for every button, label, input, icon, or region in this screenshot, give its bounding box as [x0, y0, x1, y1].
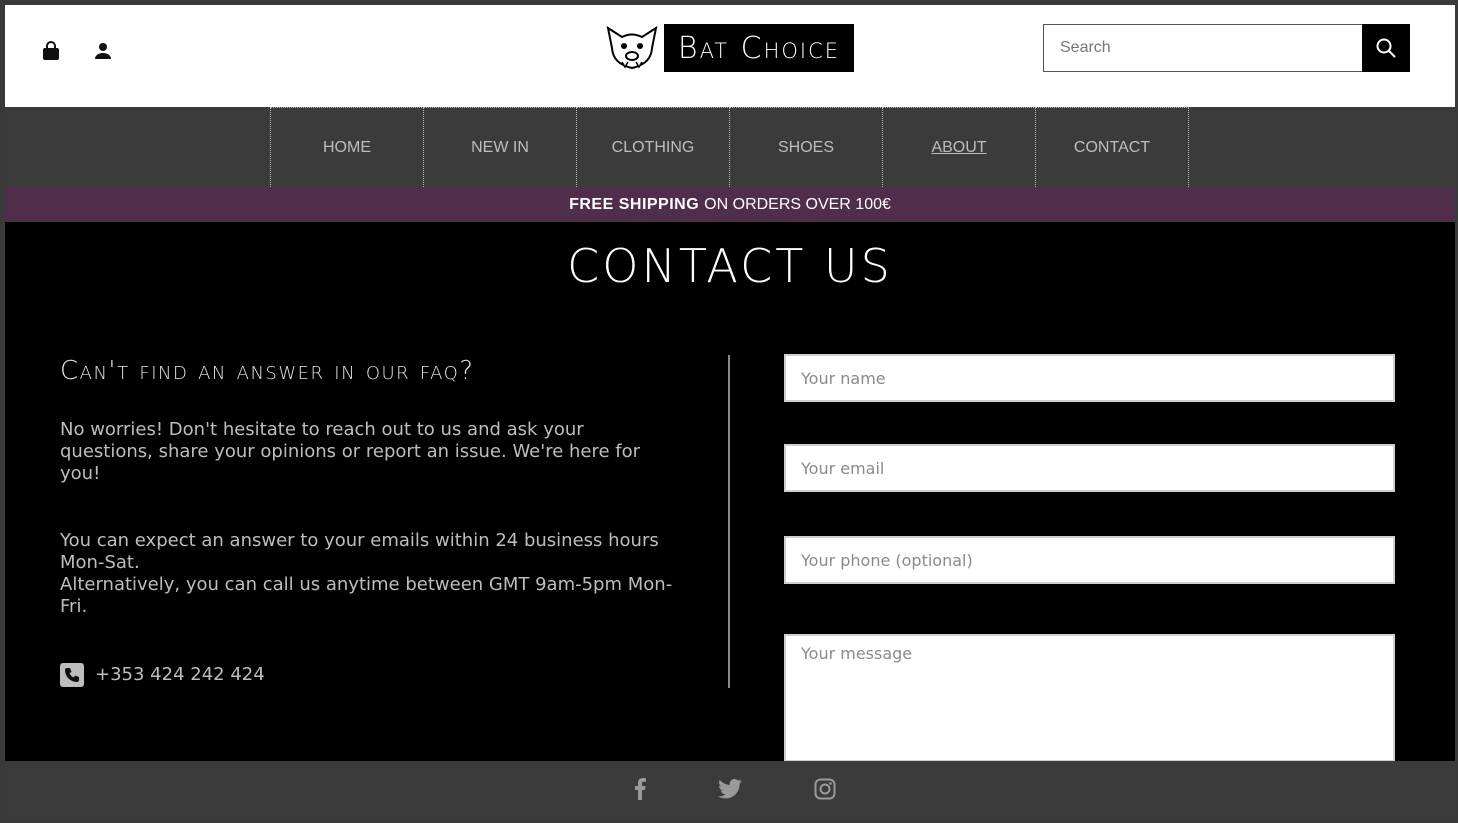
instagram-icon[interactable] [812, 776, 838, 802]
twitter-icon[interactable] [717, 776, 743, 802]
search-bar [1043, 24, 1410, 72]
phone-number[interactable]: +353 424 242 424 [95, 664, 265, 686]
page-frame: Bat Choice HOME NEW IN CLOTHING SHOES AB… [5, 5, 1455, 818]
site-header: Bat Choice [5, 5, 1455, 107]
search-icon [1376, 38, 1396, 58]
main-nav: HOME NEW IN CLOTHING SHOES ABOUT CONTACT [5, 107, 1455, 187]
site-logo[interactable]: Bat Choice [605, 24, 854, 72]
phone-field[interactable] [784, 536, 1395, 584]
message-field[interactable] [784, 634, 1395, 762]
contact-info: Can't find an answer in our faq? No worr… [60, 355, 680, 687]
page-title: CONTACT US [567, 239, 893, 293]
brand-name: Bat Choice [664, 24, 854, 72]
facebook-icon[interactable] [627, 776, 653, 802]
email-field[interactable] [784, 444, 1395, 492]
promo-banner: FREE SHIPPING ON ORDERS OVER 100€ [5, 187, 1455, 222]
nav-item-shoes[interactable]: SHOES [730, 107, 883, 187]
phone-row: +353 424 242 424 [60, 663, 680, 687]
shopping-bag-icon[interactable] [39, 39, 63, 63]
call-hours-text: Alternatively, you can call us anytime b… [60, 574, 673, 617]
faq-heading: Can't find an answer in our faq? [60, 356, 475, 386]
bat-logo-icon [606, 25, 658, 70]
user-icon[interactable] [91, 39, 115, 63]
column-divider [728, 355, 730, 688]
site-footer [5, 761, 1455, 818]
nav-item-home[interactable]: HOME [271, 107, 424, 187]
nav-item-about[interactable]: ABOUT [883, 107, 1036, 187]
search-button[interactable] [1362, 24, 1410, 72]
response-time-text: You can expect an answer to your emails … [60, 530, 659, 573]
phone-icon [60, 663, 84, 687]
intro-text: No worries! Don't hesitate to reach out … [60, 419, 641, 484]
search-input[interactable] [1043, 24, 1362, 72]
promo-bold: FREE SHIPPING [569, 195, 700, 213]
promo-text: ON ORDERS OVER 100€ [704, 195, 891, 213]
nav-item-contact[interactable]: CONTACT [1036, 107, 1189, 187]
nav-item-clothing[interactable]: CLOTHING [577, 107, 730, 187]
nav-item-new-in[interactable]: NEW IN [424, 107, 577, 187]
name-field[interactable] [784, 354, 1395, 402]
